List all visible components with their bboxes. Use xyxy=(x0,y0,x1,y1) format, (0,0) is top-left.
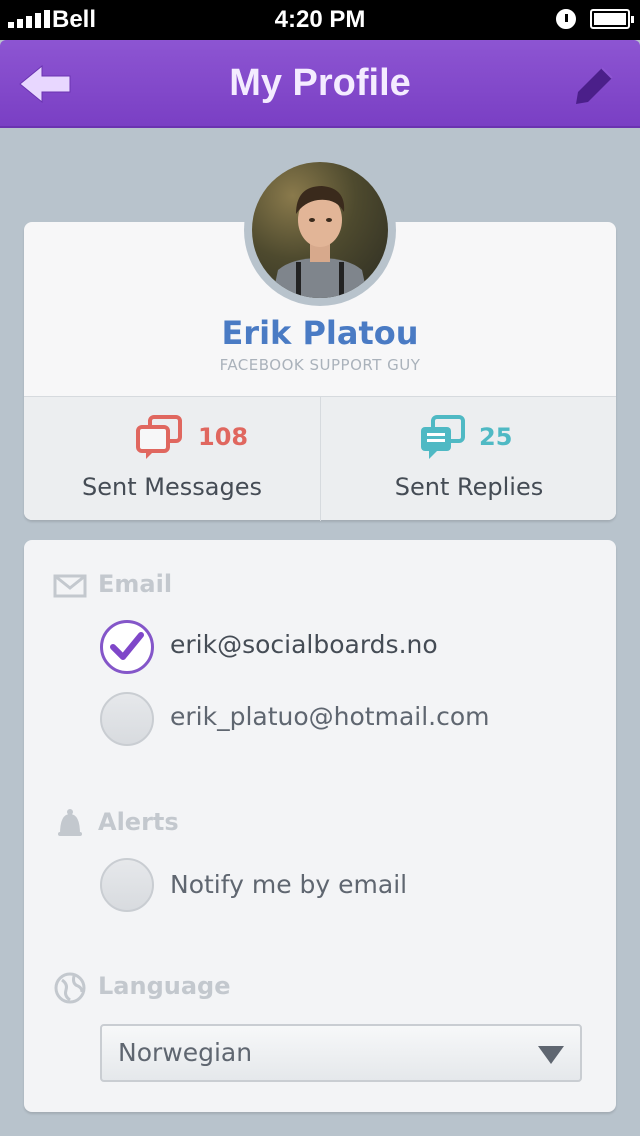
replies-icon xyxy=(421,415,465,459)
notify-by-email-label[interactable]: Notify me by email xyxy=(170,870,407,899)
language-section-title: Language xyxy=(98,972,231,1000)
checkmark-icon xyxy=(110,632,144,660)
sent-replies-stat[interactable]: 25 Sent Replies xyxy=(320,397,616,521)
sent-replies-count: 25 xyxy=(479,423,513,451)
status-bar: Bell 4:20 PM xyxy=(0,0,640,40)
stats-row: 108 Sent Messages 25 Sent Replies xyxy=(24,396,616,521)
sent-messages-count: 108 xyxy=(198,423,249,451)
language-select-value: Norwegian xyxy=(118,1038,253,1067)
profile-subtitle: FACEBOOK SUPPORT GUY xyxy=(219,356,421,374)
bell-icon xyxy=(58,809,82,836)
edit-profile-button[interactable] xyxy=(572,62,618,108)
globe-icon xyxy=(54,972,86,1004)
messages-icon xyxy=(136,415,182,459)
battery-icon xyxy=(590,9,634,29)
avatar-photo xyxy=(272,186,368,298)
sent-messages-label: Sent Messages xyxy=(82,473,262,501)
settings-card: Email erik@socialboards.no erik_platuo@h… xyxy=(24,540,616,1112)
profile-name: Erik Platou xyxy=(221,314,419,352)
email-option-hotmail-radio[interactable] xyxy=(100,692,154,746)
email-option-socialboards-label[interactable]: erik@socialboards.no xyxy=(170,630,438,659)
email-section-title: Email xyxy=(98,570,173,598)
notify-by-email-radio[interactable] xyxy=(100,858,154,912)
nav-bar: My Profile xyxy=(0,40,640,128)
sent-replies-label: Sent Replies xyxy=(394,473,544,501)
alarm-icon xyxy=(556,9,576,29)
envelope-icon xyxy=(53,574,87,598)
email-option-socialboards-radio[interactable] xyxy=(100,620,154,674)
chevron-down-icon xyxy=(538,1046,564,1064)
avatar[interactable] xyxy=(252,162,388,298)
email-option-hotmail-label[interactable]: erik_platuo@hotmail.com xyxy=(170,702,490,731)
page-title: My Profile xyxy=(229,62,411,104)
alerts-section-title: Alerts xyxy=(98,808,179,836)
avatar-frame xyxy=(244,154,396,306)
sent-messages-stat[interactable]: 108 Sent Messages xyxy=(24,397,320,521)
status-time: 4:20 PM xyxy=(274,6,366,33)
language-select[interactable]: Norwegian xyxy=(100,1024,582,1082)
pencil-icon xyxy=(576,67,613,104)
